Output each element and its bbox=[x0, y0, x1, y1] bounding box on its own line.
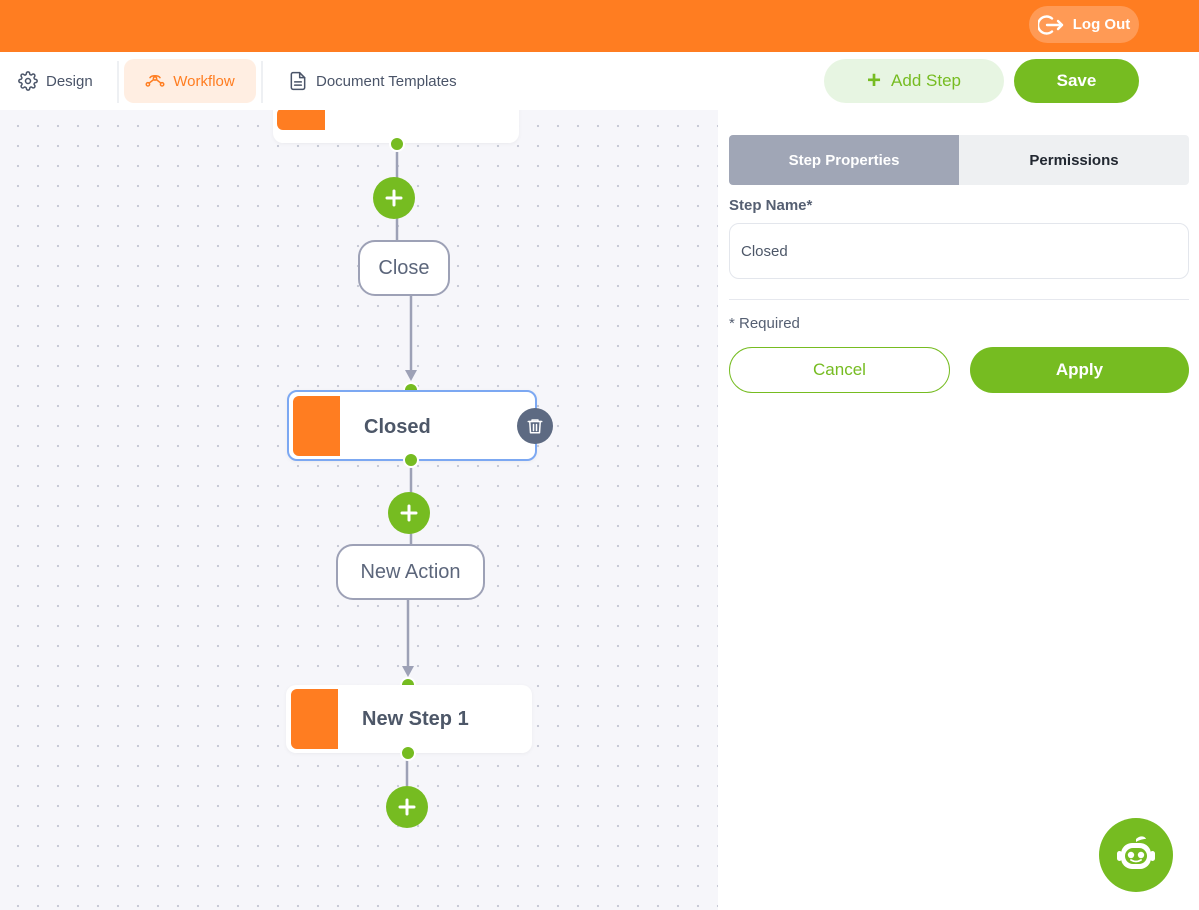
robot-icon bbox=[1117, 836, 1155, 869]
workflow-step[interactable]: New Step 1 bbox=[286, 685, 532, 753]
plus-icon: + bbox=[867, 67, 882, 94]
step-label: Closed bbox=[364, 415, 431, 438]
connector-handle[interactable] bbox=[403, 452, 419, 468]
step-color-swatch bbox=[291, 689, 338, 749]
tab-workflow[interactable]: Workflow bbox=[124, 59, 256, 103]
tab-design[interactable]: Design bbox=[18, 59, 93, 103]
tab-divider bbox=[117, 61, 119, 103]
panel-tabs: Step Properties Permissions bbox=[729, 135, 1189, 185]
required-note: * Required bbox=[729, 315, 800, 332]
add-step-button[interactable]: + Add Step bbox=[824, 59, 1004, 103]
cancel-button[interactable]: Cancel bbox=[729, 347, 950, 393]
plus-icon bbox=[385, 189, 403, 207]
top-bar: Log Out bbox=[0, 0, 1199, 52]
gear-icon bbox=[18, 71, 38, 91]
step-color-swatch bbox=[277, 110, 325, 130]
tab-document-templates[interactable]: Document Templates bbox=[288, 59, 457, 103]
workflow-canvas[interactable]: Close Closed New Action New Step 1 bbox=[0, 110, 718, 910]
step-label: New Step 1 bbox=[362, 707, 469, 730]
logout-icon bbox=[1037, 14, 1063, 35]
step-name-label: Step Name* bbox=[729, 197, 813, 214]
assistant-button[interactable] bbox=[1099, 818, 1173, 892]
tab-row: Design Workflow Document Templates + Add… bbox=[0, 52, 1199, 110]
connector-handle[interactable] bbox=[389, 136, 405, 152]
properties-panel: Step Properties Permissions Step Name* *… bbox=[718, 110, 1199, 910]
tab-design-label: Design bbox=[46, 72, 93, 90]
workflow-action[interactable]: Close bbox=[358, 240, 450, 296]
add-step-label: Add Step bbox=[891, 71, 961, 90]
tab-permissions[interactable]: Permissions bbox=[959, 135, 1189, 185]
logout-button[interactable]: Log Out bbox=[1029, 6, 1139, 43]
add-node-button[interactable] bbox=[388, 492, 430, 534]
plus-icon bbox=[400, 504, 418, 522]
trash-icon bbox=[527, 419, 543, 434]
delete-step-button[interactable] bbox=[517, 408, 553, 444]
add-node-button[interactable] bbox=[386, 786, 428, 828]
step-color-swatch bbox=[293, 396, 340, 456]
tab-step-properties[interactable]: Step Properties bbox=[729, 135, 959, 185]
save-button[interactable]: Save bbox=[1014, 59, 1139, 103]
tab-workflow-label: Workflow bbox=[173, 72, 235, 90]
workflow-action[interactable]: New Action bbox=[336, 544, 485, 600]
add-node-button[interactable] bbox=[373, 177, 415, 219]
connector-lines bbox=[395, 146, 417, 786]
workflow-icon bbox=[145, 75, 165, 87]
tab-divider bbox=[261, 61, 263, 103]
tab-document-templates-label: Document Templates bbox=[316, 72, 457, 90]
apply-button[interactable]: Apply bbox=[970, 347, 1189, 393]
workflow-step-selected[interactable]: Closed bbox=[287, 390, 537, 461]
connector-handle[interactable] bbox=[400, 745, 416, 761]
document-icon bbox=[290, 71, 306, 91]
step-name-input[interactable] bbox=[729, 223, 1189, 279]
divider bbox=[729, 299, 1189, 300]
plus-icon bbox=[398, 798, 416, 816]
logout-label: Log Out bbox=[1072, 16, 1131, 33]
